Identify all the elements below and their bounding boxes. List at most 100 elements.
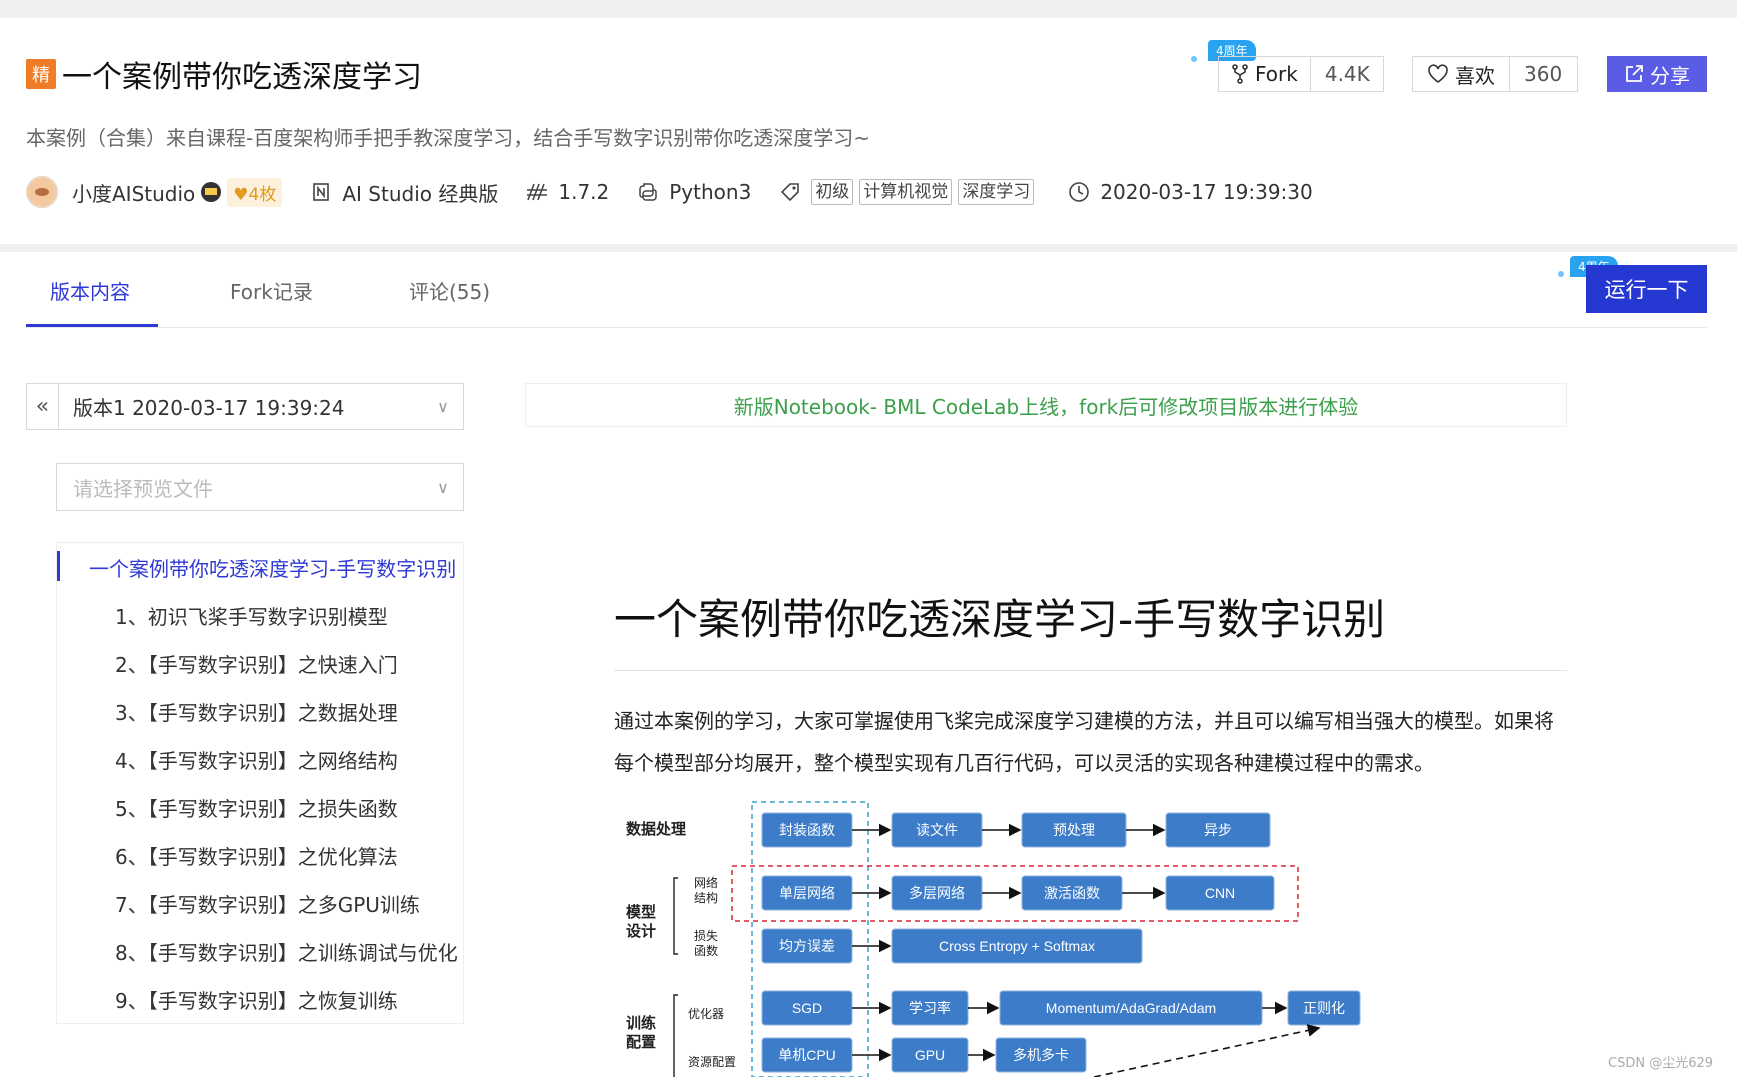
title-divider (614, 670, 1567, 671)
share-icon (1624, 64, 1644, 84)
medal-badge: ♥4枚 (227, 177, 283, 207)
fork-button[interactable]: Fork 4.4K (1218, 56, 1384, 92)
fork-count: 4.4K (1324, 62, 1370, 86)
diagram-box-label: 均方误差 (779, 938, 835, 954)
notebook-title: 一个案例带你吃透深度学习-手写数字识别 (614, 595, 1386, 644)
row-label-train-1: 训练 (626, 1014, 656, 1032)
like-action[interactable]: 喜欢 (1413, 57, 1510, 91)
like-button[interactable]: 喜欢 360 (1412, 56, 1578, 92)
toc-item[interactable]: 7、【手写数字识别】之多GPU训练 (57, 889, 463, 918)
sub-label-loss-1: 损失 (694, 928, 718, 943)
toc-item[interactable]: 4、【手写数字识别】之网络结构 (57, 745, 463, 774)
diagram-box-label: 单机CPU (778, 1047, 836, 1063)
run-button[interactable]: 运行一下 (1586, 265, 1707, 313)
paddle-icon (526, 181, 548, 203)
share-button[interactable]: 分享 (1607, 56, 1707, 92)
diagram-box-label: 单层网络 (779, 885, 835, 901)
chevron-down-icon[interactable]: ∨ (423, 478, 463, 497)
language-label: Python3 (669, 180, 752, 204)
diagram-box-label: 多机多卡 (1013, 1047, 1069, 1063)
table-of-contents: 一个案例带你吃透深度学习-手写数字识别 1、初识飞桨手写数字识别模型 2、【手写… (56, 542, 464, 1024)
fork-icon (1231, 64, 1249, 84)
toc-item[interactable]: 9、【手写数字识别】之恢复训练 (57, 985, 463, 1014)
sub-label-net-1: 网络 (694, 875, 718, 890)
row-label-train-2: 配置 (626, 1034, 656, 1051)
tab-comments[interactable]: 评论(55) (409, 276, 490, 305)
tags: 初级 计算机视觉 深度学习 (779, 179, 1040, 205)
diagram-box-label: GPU (915, 1047, 945, 1063)
toc-item[interactable]: 2、【手写数字识别】之快速入门 (57, 649, 463, 678)
file-select[interactable]: 请选择预览文件 ∨ (56, 463, 464, 511)
like-count: 360 (1524, 62, 1563, 86)
collapse-sidebar-icon[interactable]: « (27, 384, 59, 429)
fork-label: Fork (1255, 62, 1298, 86)
row-label-model-1: 模型 (626, 903, 656, 921)
share-label: 分享 (1650, 65, 1690, 88)
diagram-box-label: 学习率 (909, 1000, 951, 1016)
diagram-box-label: 封装函数 (779, 822, 835, 838)
tag-icon (779, 181, 801, 203)
project-description: 本案例（合集）来自课程-百度架构师手把手教深度学习，结合手写数字识别带你吃透深度… (26, 126, 870, 150)
chevron-down-icon[interactable]: ∨ (423, 397, 463, 416)
date-info: 2020-03-17 19:39:30 (1068, 180, 1313, 204)
language-info: Python3 (637, 180, 751, 204)
anniversary-dot (1191, 56, 1197, 62)
fork-action[interactable]: Fork (1219, 57, 1311, 91)
page-title: 一个案例带你吃透深度学习 (62, 60, 422, 95)
notice-banner[interactable]: 新版Notebook- BML CodeLab上线，fork后可修改项目版本进行… (525, 383, 1567, 427)
sub-label-res: 资源配置 (688, 1055, 736, 1069)
tag-cv[interactable]: 计算机视觉 (859, 179, 953, 205)
author-name[interactable]: 小度AIStudio (72, 178, 195, 207)
toc-item[interactable]: 3、【手写数字识别】之数据处理 (57, 697, 463, 726)
like-label: 喜欢 (1455, 63, 1495, 88)
diagram-box-label: 预处理 (1053, 822, 1095, 838)
sub-label-loss-2: 函数 (694, 943, 718, 958)
toc-item[interactable]: 8、【手写数字识别】之训练调试与优化 (57, 937, 463, 966)
tag-level[interactable]: 初级 (811, 179, 854, 205)
diagram-box-label: Momentum/AdaGrad/Adam (1046, 1000, 1216, 1016)
row-label-model-2: 设计 (626, 922, 656, 940)
diagram-box-label: SGD (792, 1000, 822, 1016)
file-select-placeholder[interactable]: 请选择预览文件 (57, 473, 423, 502)
diagram-box-label: 读文件 (916, 822, 958, 838)
toc-item[interactable]: 5、【手写数字识别】之损失函数 (57, 793, 463, 822)
paddle-version: 1.7.2 (558, 180, 610, 204)
platform-info: AI Studio 经典版 (310, 178, 498, 207)
crown-icon (201, 182, 222, 202)
toc-item[interactable]: 1、初识飞桨手写数字识别模型 (57, 601, 463, 630)
avatar[interactable] (26, 176, 58, 208)
created-datetime: 2020-03-17 19:39:30 (1100, 180, 1313, 204)
top-strip (0, 0, 1737, 18)
toc-item[interactable]: 6、【手写数字识别】之优化算法 (57, 841, 463, 870)
platform-label: AI Studio 经典版 (342, 181, 499, 206)
watermark: CSDN @尘光629 (1608, 1056, 1714, 1071)
tag-dl[interactable]: 深度学习 (958, 179, 1035, 205)
diagram-box-label: 异步 (1204, 822, 1232, 838)
author-info[interactable]: 小度AIStudio ♥4枚 (26, 176, 283, 208)
heart-icon (1427, 64, 1449, 84)
tab-bar: 版本内容 Fork记录 评论(55) (26, 252, 1707, 328)
notebook-icon (310, 181, 332, 203)
meta-row: 小度AIStudio ♥4枚 AI Studio 经典版 1.7.2 Pytho… (26, 176, 1341, 208)
run-anniversary-dot (1558, 271, 1564, 277)
diagram-box-label: 激活函数 (1044, 885, 1100, 901)
version-value[interactable]: 版本1 2020-03-17 19:39:24 (59, 392, 423, 421)
toc-item[interactable]: 一个案例带你吃透深度学习-手写数字识别 (57, 553, 463, 582)
python-icon (637, 181, 659, 203)
medal-count: 4枚 (248, 184, 277, 205)
model-pipeline-diagram: 数据处理 模型 设计 训练 配置 网络 结构 损失 函数 优化器 资源配置 封装… (626, 801, 1361, 1077)
section-divider (0, 244, 1737, 252)
active-tab-indicator (26, 324, 158, 327)
title-row: 精 一个案例带你吃透深度学习 (26, 52, 422, 96)
tab-version-content[interactable]: 版本内容 (50, 276, 130, 305)
diagram-box-label: 多层网络 (909, 885, 965, 901)
featured-badge: 精 (26, 59, 56, 89)
version-select[interactable]: « 版本1 2020-03-17 19:39:24 ∨ (26, 383, 464, 430)
sub-label-opt: 优化器 (688, 1007, 724, 1021)
clock-icon (1068, 181, 1090, 203)
paddle-version-info: 1.7.2 (526, 180, 609, 204)
row-label-data: 数据处理 (626, 820, 686, 838)
diagram-box-label: 正则化 (1303, 1000, 1345, 1016)
tab-fork-records[interactable]: Fork记录 (230, 276, 313, 305)
diagram-box-label: CNN (1205, 885, 1235, 901)
